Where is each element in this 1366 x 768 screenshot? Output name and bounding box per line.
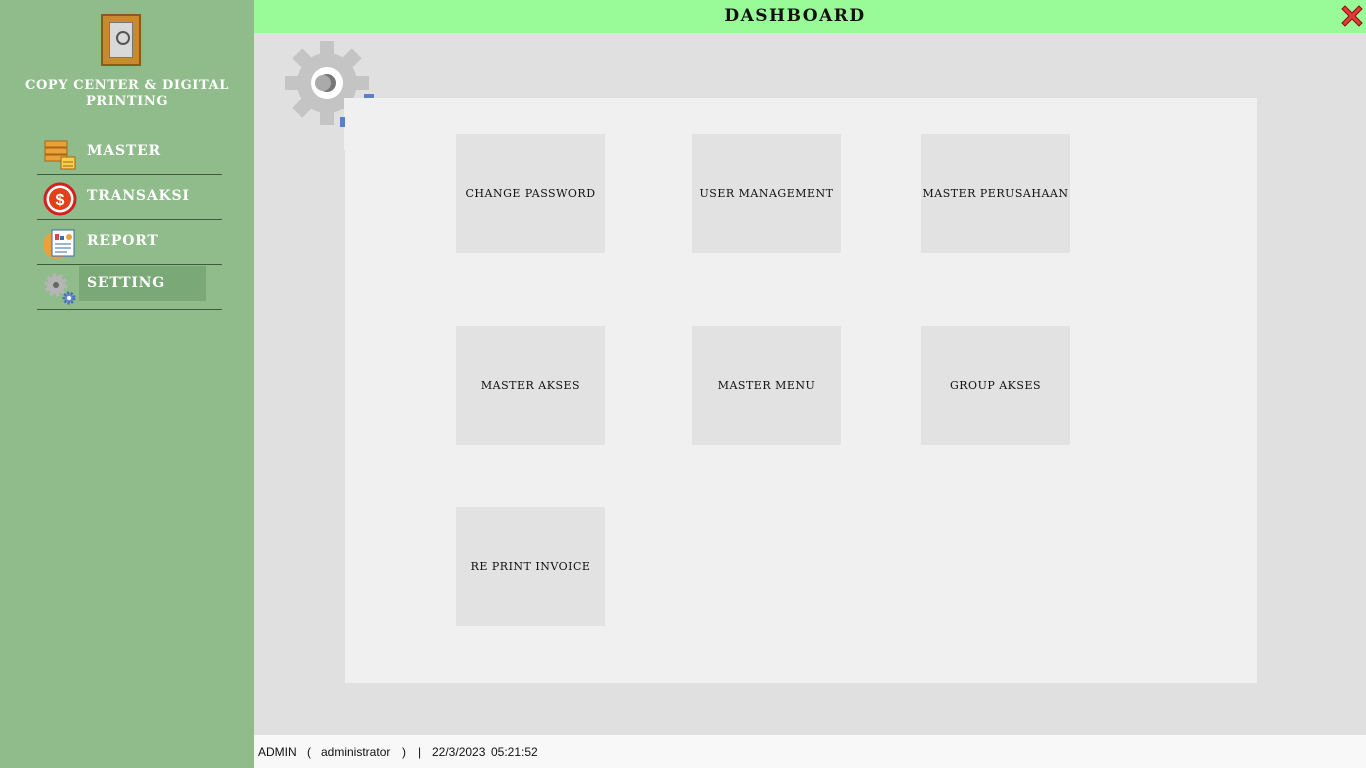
- username: administrator: [321, 745, 391, 759]
- report-icon: [43, 229, 75, 259]
- master-akses-button[interactable]: MASTER AKSES: [456, 326, 605, 445]
- status-time: 05:21:52: [491, 745, 538, 759]
- paren-close: ): [402, 745, 406, 759]
- sidebar-item-transaksi[interactable]: $ TRANSAKSI: [37, 176, 222, 220]
- sidebar-item-label: MASTER: [87, 143, 161, 159]
- dollar-icon: $: [43, 182, 77, 216]
- page-title: DASHBOARD: [724, 6, 866, 26]
- svg-text:$: $: [56, 192, 65, 209]
- status-separator: |: [418, 745, 422, 759]
- sidebar-item-label: SETTING: [87, 275, 166, 291]
- master-menu-button[interactable]: MASTER MENU: [692, 326, 841, 445]
- user-management-button[interactable]: USER MANAGEMENT: [692, 134, 841, 253]
- sidebar: COPY CENTER & DIGITAL PRINTING MASTER $ …: [0, 0, 254, 768]
- master-perusahaan-button[interactable]: MASTER PERUSAHAAN: [921, 134, 1070, 253]
- status-bar: ADMIN ( administrator ) | 22/3/2023 05:2…: [254, 735, 1366, 768]
- group-akses-button[interactable]: GROUP AKSES: [921, 326, 1070, 445]
- paren-open: (: [307, 745, 311, 759]
- company-logo: [101, 14, 141, 66]
- sidebar-item-setting[interactable]: SETTING: [37, 266, 222, 310]
- sidebar-item-label: REPORT: [87, 233, 159, 249]
- user-role: ADMIN: [258, 745, 297, 759]
- title-bar: DASHBOARD: [254, 0, 1366, 33]
- change-password-button[interactable]: CHANGE PASSWORD: [456, 134, 605, 253]
- main-panel: CHANGE PASSWORD USER MANAGEMENT MASTER P…: [345, 98, 1257, 683]
- gear-icon: [44, 273, 76, 305]
- status-date: 22/3/2023: [432, 745, 486, 759]
- re-print-invoice-button[interactable]: RE PRINT INVOICE: [456, 507, 605, 626]
- sidebar-item-report[interactable]: REPORT: [37, 221, 222, 265]
- close-icon[interactable]: [1338, 2, 1366, 30]
- database-icon: [44, 140, 76, 170]
- company-name: COPY CENTER & DIGITAL PRINTING: [25, 78, 229, 109]
- sidebar-item-master[interactable]: MASTER: [37, 131, 222, 175]
- sidebar-item-label: TRANSAKSI: [87, 188, 190, 204]
